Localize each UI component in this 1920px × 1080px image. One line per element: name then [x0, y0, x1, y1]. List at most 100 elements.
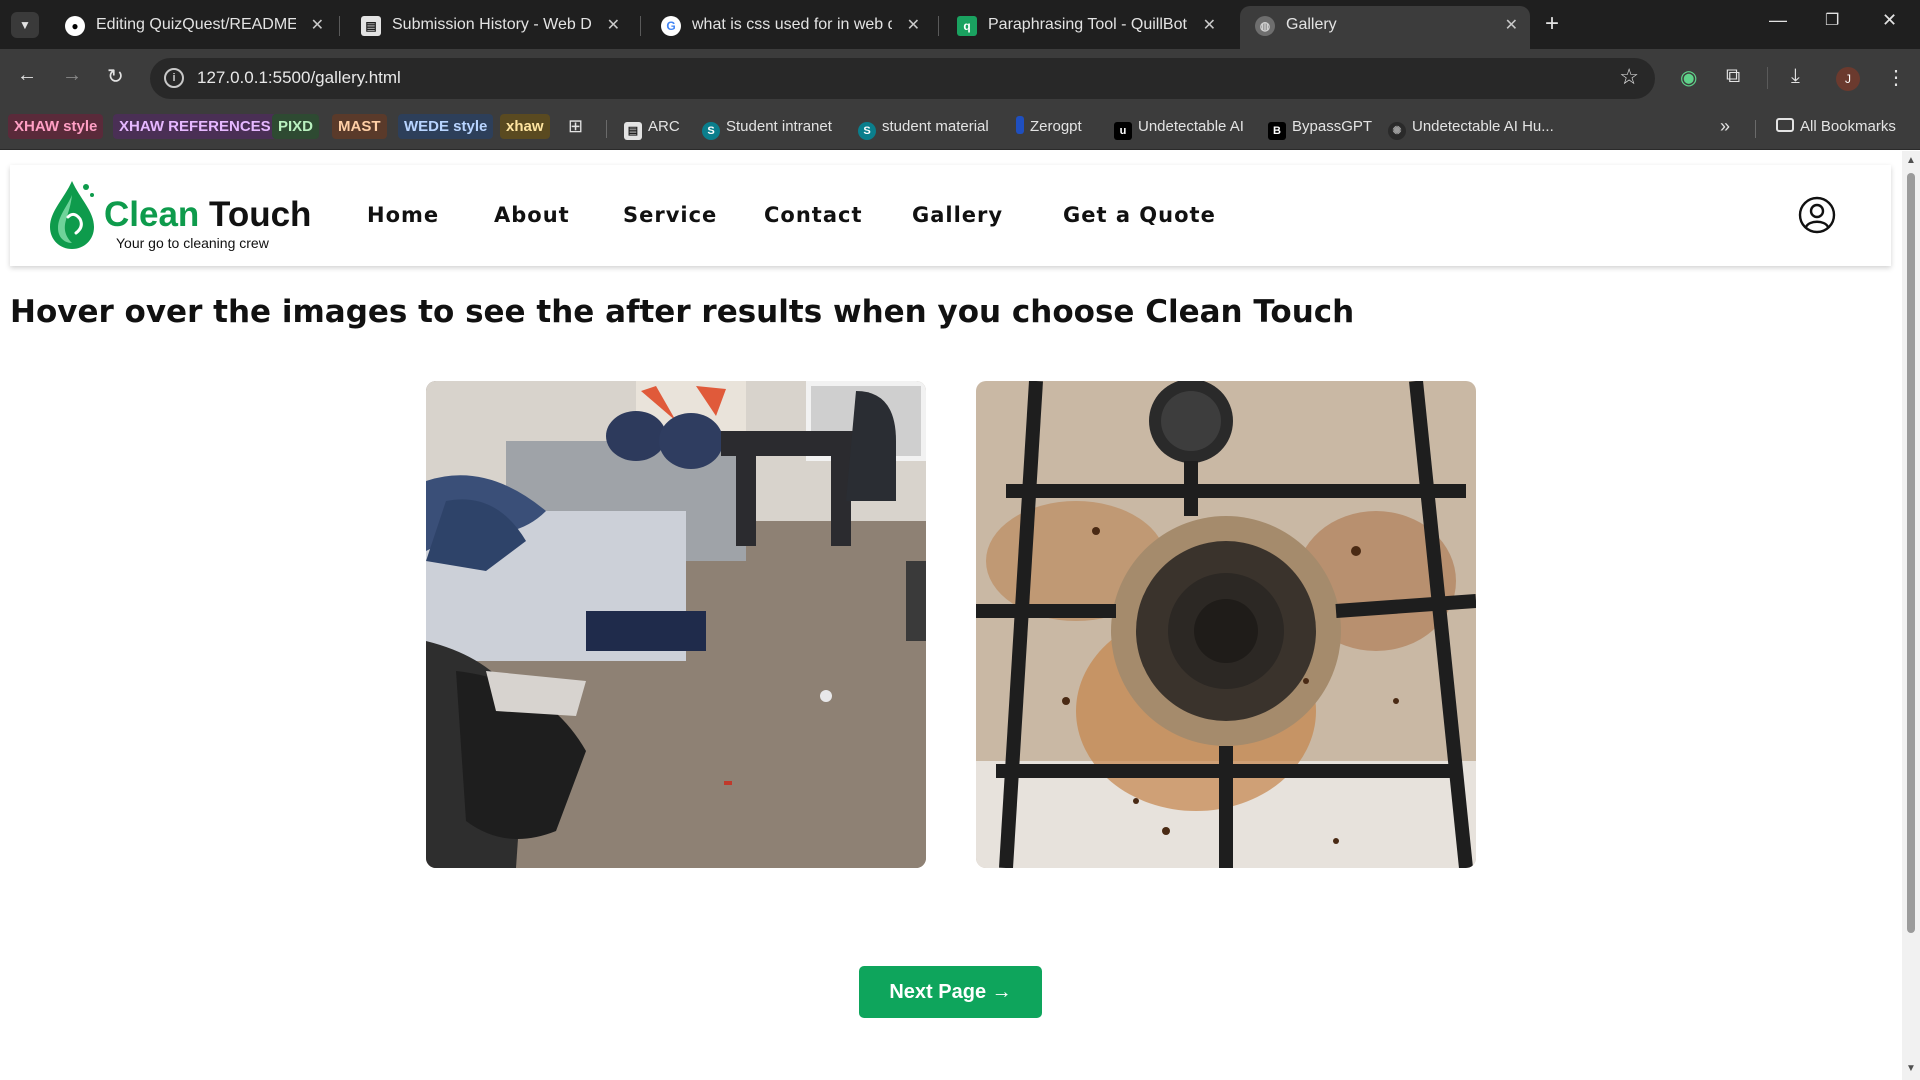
zerogpt-icon — [1016, 116, 1024, 134]
close-icon[interactable]: ✕ — [907, 15, 920, 35]
browser-tab-1[interactable]: ● Editing QuizQuest/README.md ✕ — [50, 6, 336, 45]
bookmark-chip[interactable]: WEDE style — [398, 114, 494, 139]
bookmarks-bar: XHAW style XHAW REFERENCES PIXD MAST WED… — [0, 108, 1920, 150]
download-icon[interactable]: ⤓ — [1791, 65, 1800, 88]
extension-robot-icon[interactable]: ◉ — [1680, 65, 1697, 90]
bookmark-label: Undetectable AI Hu... — [1412, 118, 1554, 135]
tab-title: Gallery — [1286, 16, 1337, 33]
user-account-icon[interactable] — [1798, 196, 1836, 234]
dirty-stove-image[interactable] — [976, 381, 1476, 868]
tab-divider — [640, 16, 641, 36]
browser-tab-2[interactable]: ▤ Submission History - Web Deve ✕ — [346, 6, 632, 45]
tab-title: Submission History - Web Deve — [392, 16, 592, 33]
bookmark-student-material[interactable]: Sstudent material — [858, 114, 989, 140]
bookmark-label: Student intranet — [726, 118, 832, 135]
bypassgpt-icon: B — [1268, 122, 1286, 140]
bookmark-bypassgpt[interactable]: B BypassGPT — [1268, 114, 1373, 140]
tab-divider — [938, 16, 939, 36]
page-viewport: Clean Touch Your go to cleaning crew Hom… — [0, 151, 1900, 1080]
bookmark-label: student material — [882, 118, 989, 135]
logo-word-clean: Clean — [104, 195, 200, 234]
google-icon: G — [661, 16, 681, 36]
bookmark-undetectable-ai[interactable]: u Undetectable AI — [1114, 114, 1244, 140]
more-bookmarks-icon[interactable]: » — [1720, 114, 1730, 139]
bookmark-chip[interactable]: XHAW REFERENCES — [113, 114, 277, 139]
menu-kebab-icon[interactable]: ⋮ — [1886, 65, 1906, 90]
close-icon[interactable]: ✕ — [311, 15, 324, 35]
bookmark-star-icon[interactable]: ☆ — [1619, 64, 1639, 90]
forward-icon[interactable]: → — [62, 64, 82, 87]
browser-tab-active[interactable]: ◍ Gallery ✕ — [1240, 6, 1530, 49]
bookmark-zerogpt[interactable]: Zerogpt — [1016, 114, 1082, 139]
undetectable-icon: u — [1114, 122, 1132, 140]
tab-title: Editing QuizQuest/README.md — [96, 16, 296, 33]
address-bar[interactable]: i 127.0.0.1:5500/gallery.html ☆ — [150, 58, 1655, 99]
nav-about[interactable]: About — [494, 203, 570, 227]
globe-icon: ◍ — [1255, 16, 1275, 36]
browser-toolbar: ← → ↻ i 127.0.0.1:5500/gallery.html ☆ ◉ … — [0, 49, 1920, 108]
close-icon[interactable]: ✕ — [607, 15, 620, 35]
logo-wordmark: Clean Touch — [104, 195, 311, 235]
water-drop-logo-icon — [50, 181, 94, 249]
bookmark-label: BypassGPT — [1292, 118, 1373, 135]
restore-icon[interactable]: ❐ — [1825, 10, 1839, 30]
bookmark-label: ARC — [648, 118, 680, 135]
nav-service[interactable]: Service — [623, 203, 717, 227]
site-info-icon[interactable]: i — [164, 68, 184, 88]
minimize-icon[interactable]: — — [1769, 10, 1787, 31]
tab-title: what is css used for in web deve — [692, 16, 892, 33]
all-bookmarks[interactable]: All Bookmarks — [1776, 114, 1896, 139]
scroll-down-icon[interactable]: ▼ — [1906, 1063, 1916, 1074]
nav-gallery[interactable]: Gallery — [912, 203, 1003, 227]
bookmark-divider — [1755, 120, 1756, 138]
clapper-icon: ▤ — [624, 122, 642, 140]
url-text: 127.0.0.1:5500/gallery.html — [197, 68, 401, 87]
browser-tab-3[interactable]: G what is css used for in web deve ✕ — [646, 6, 932, 45]
bookmark-label: Zerogpt — [1030, 118, 1082, 135]
quillbot-icon: q — [957, 16, 977, 36]
browser-tab-4[interactable]: q Paraphrasing Tool - QuillBot AI ✕ — [942, 6, 1228, 45]
bookmark-divider — [606, 120, 607, 138]
site-logo[interactable]: Clean Touch Your go to cleaning crew — [46, 175, 311, 260]
openai-icon: ✺ — [1388, 122, 1406, 140]
back-icon[interactable]: ← — [17, 64, 37, 87]
window-close-icon[interactable]: ✕ — [1882, 10, 1897, 31]
close-icon[interactable]: ✕ — [1505, 15, 1518, 35]
bookmark-chip[interactable]: xhaw — [500, 114, 550, 139]
apps-grid-icon[interactable]: ⊞ — [568, 114, 583, 139]
bookmark-chip[interactable]: PIXD — [272, 114, 320, 139]
bookmark-arc[interactable]: ▤ ARC — [624, 114, 680, 140]
bookmark-chip[interactable]: XHAW style — [8, 114, 104, 139]
logo-word-touch: Touch — [209, 195, 312, 234]
tab-divider — [339, 16, 340, 36]
page-headline: Hover over the images to see the after r… — [10, 294, 1355, 330]
bookmark-chip[interactable]: MAST — [332, 114, 387, 139]
next-page-button[interactable]: Next Page → — [859, 966, 1042, 1018]
bookmark-undetectable-ai-hu[interactable]: ✺ Undetectable AI Hu... — [1388, 114, 1554, 140]
toolbar-divider — [1767, 67, 1768, 89]
tab-search-button[interactable]: ▼ — [11, 12, 39, 38]
new-tab-button[interactable]: + — [1545, 11, 1559, 37]
close-icon[interactable]: ✕ — [1203, 15, 1216, 35]
all-bookmarks-label: All Bookmarks — [1800, 118, 1896, 135]
page-scrollbar[interactable]: ▲ ▼ — [1902, 151, 1920, 1080]
profile-avatar[interactable]: J — [1836, 67, 1860, 91]
tab-title: Paraphrasing Tool - QuillBot AI — [988, 16, 1188, 33]
browser-tab-strip: ▼ ● Editing QuizQuest/README.md ✕ ▤ Subm… — [0, 0, 1920, 49]
site-header: Clean Touch Your go to cleaning crew Hom… — [10, 165, 1891, 266]
bookmark-label: Undetectable AI — [1138, 118, 1244, 135]
nav-get-a-quote[interactable]: Get a Quote — [1063, 203, 1216, 227]
extensions-icon[interactable]: ⧉ — [1726, 65, 1740, 88]
folder-icon — [1776, 118, 1794, 132]
nav-home[interactable]: Home — [367, 203, 439, 227]
github-icon: ● — [65, 16, 85, 36]
scrollbar-thumb[interactable] — [1907, 173, 1915, 933]
reload-icon[interactable]: ↻ — [107, 64, 124, 89]
sharepoint-icon: S — [702, 122, 720, 140]
nav-contact[interactable]: Contact — [764, 203, 863, 227]
clapper-icon: ▤ — [361, 16, 381, 36]
bookmark-student-intranet[interactable]: S Student intranet — [702, 114, 832, 140]
scroll-up-icon[interactable]: ▲ — [1906, 155, 1916, 166]
messy-bedroom-image[interactable] — [426, 381, 926, 868]
logo-tagline: Your go to cleaning crew — [116, 235, 269, 251]
